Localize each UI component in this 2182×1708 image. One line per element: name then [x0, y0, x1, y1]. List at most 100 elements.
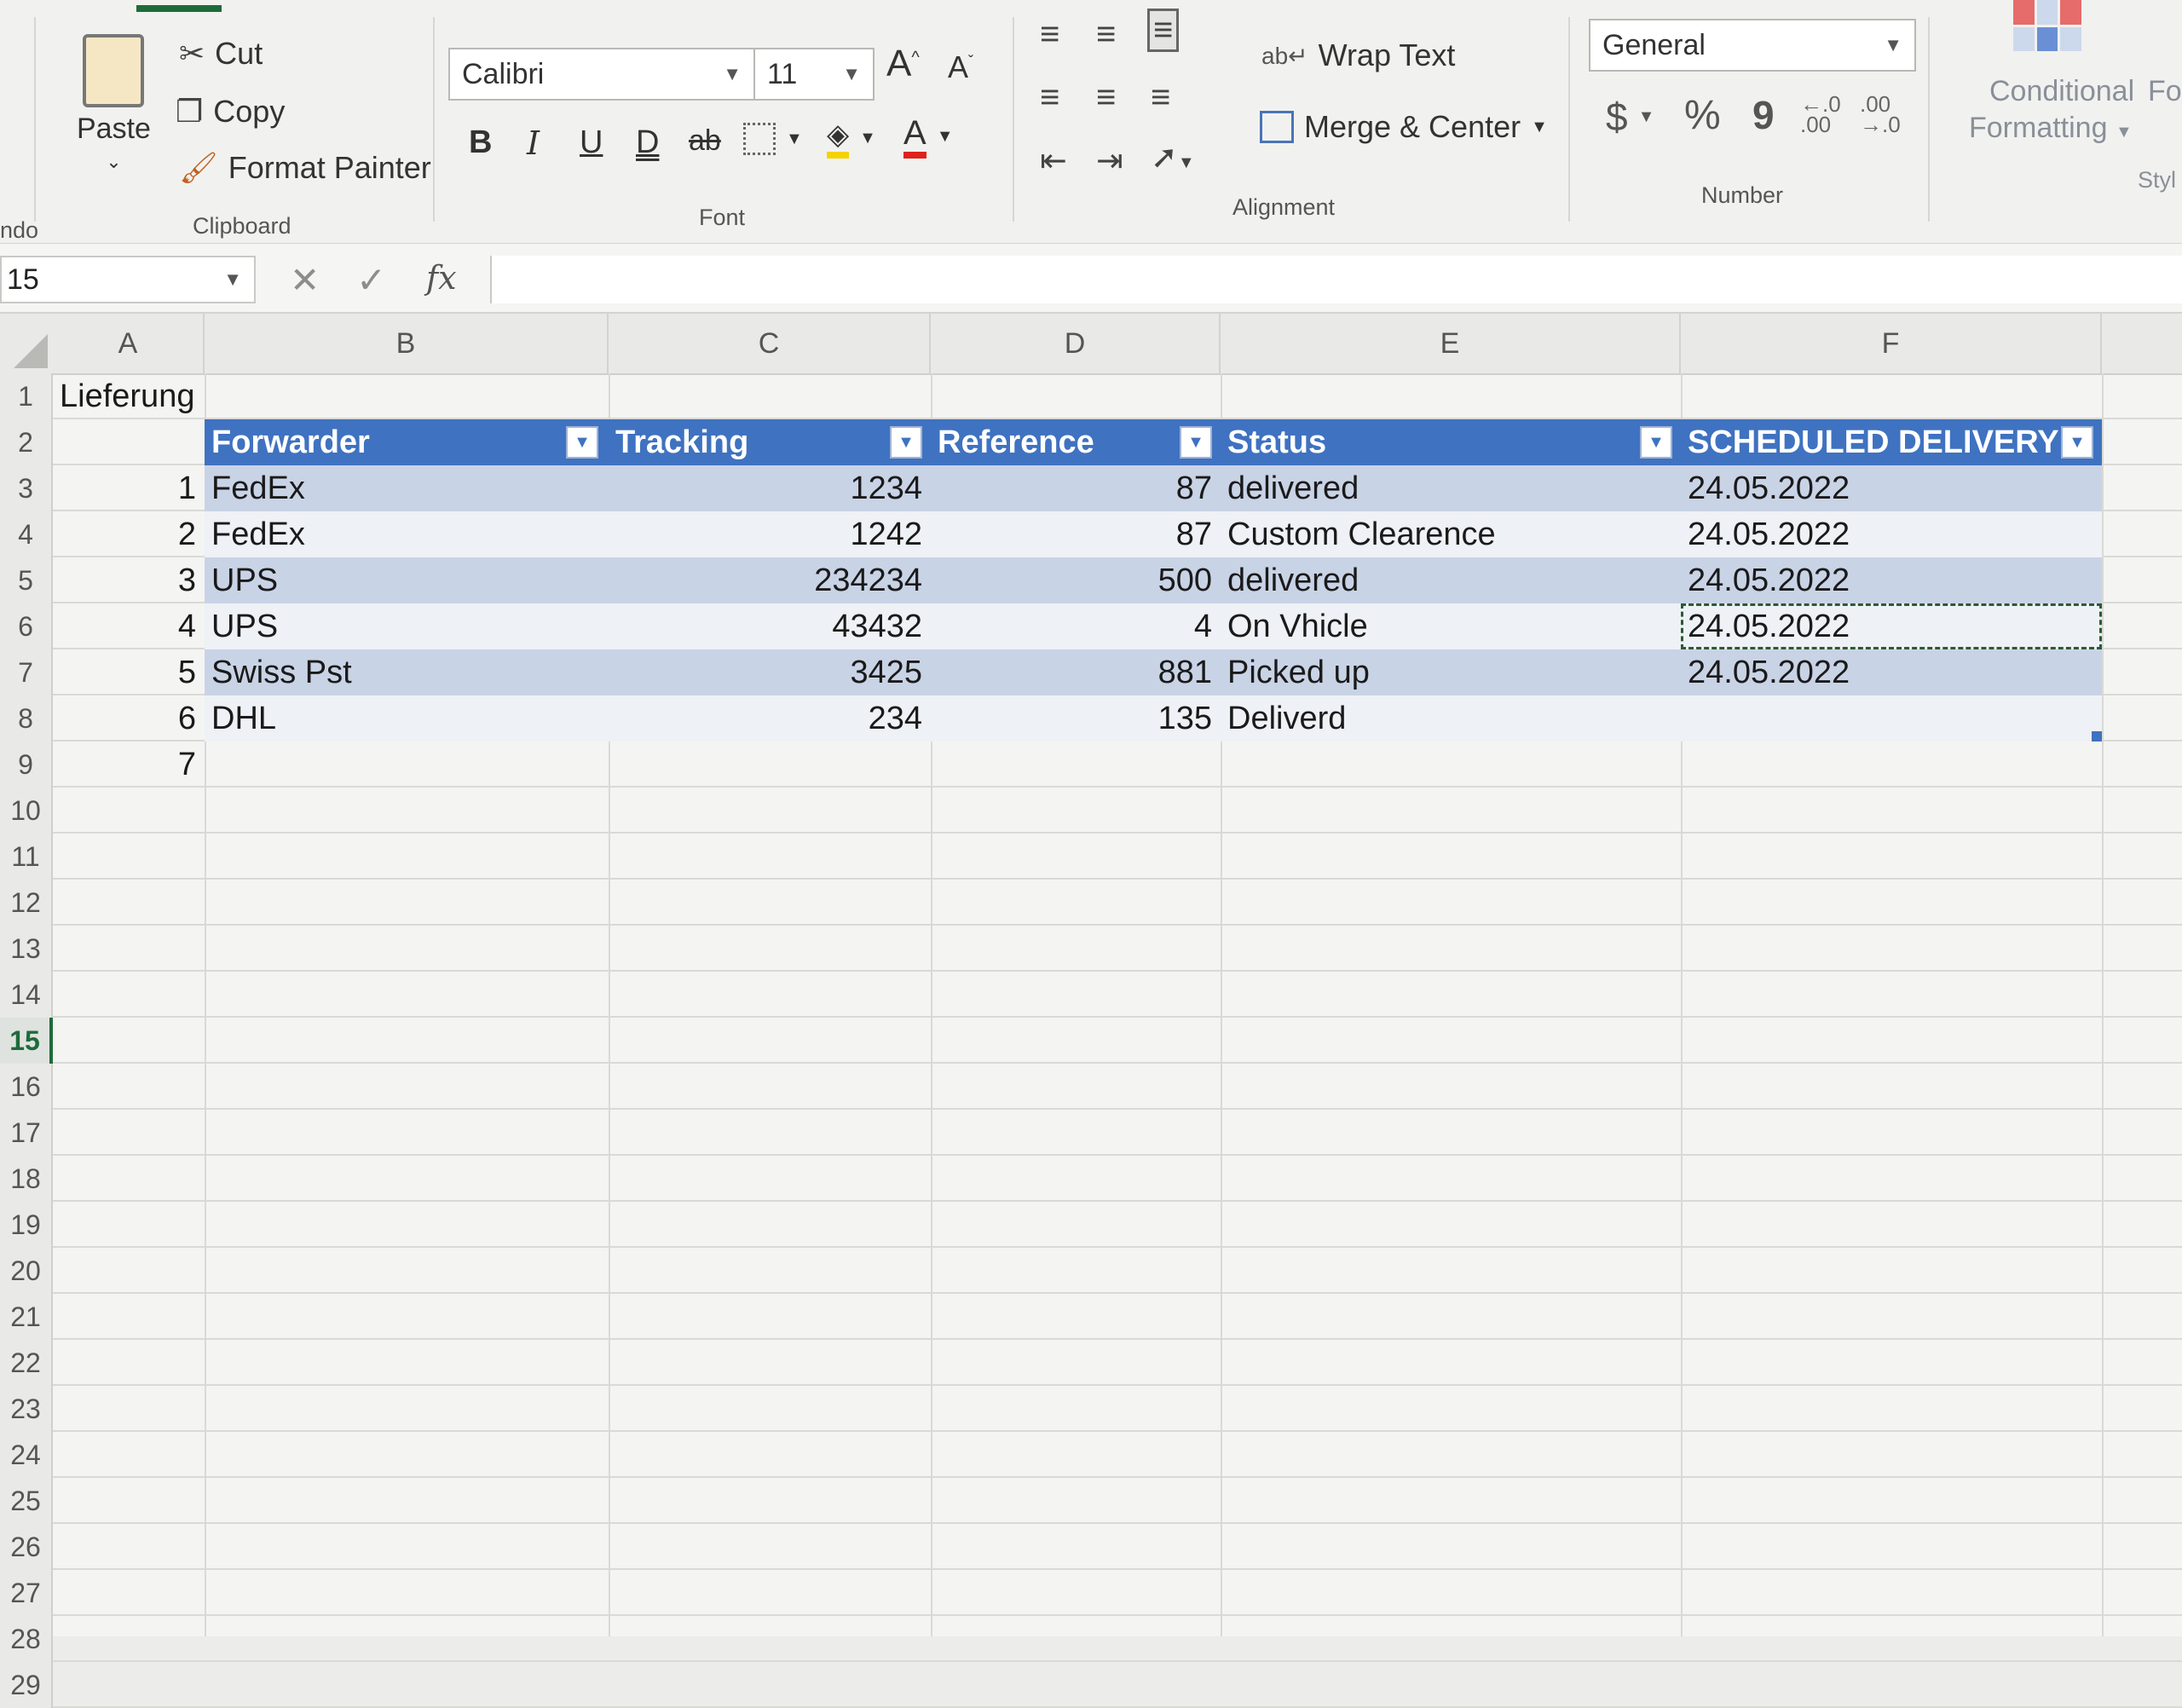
column-header-e[interactable]: E	[1221, 314, 1681, 373]
row-header-21[interactable]: 21	[0, 1294, 53, 1340]
row-header-6[interactable]: 6	[0, 603, 53, 649]
cell-a4[interactable]: 1	[53, 465, 205, 511]
row-header-7[interactable]: 7	[0, 649, 53, 695]
row-header-25[interactable]: 25	[0, 1478, 53, 1524]
select-all-button[interactable]	[0, 314, 53, 373]
cell-d9[interactable]: 135	[931, 695, 1221, 741]
cell-a2[interactable]: Lieferung	[53, 373, 257, 419]
row-header-12[interactable]: 12	[0, 880, 53, 926]
insert-function-button[interactable]: fx	[426, 259, 457, 297]
merge-center-button[interactable]: Merge & Center ▼	[1260, 109, 1548, 145]
currency-button[interactable]: $ ▼	[1606, 94, 1654, 140]
row-header-13[interactable]: 13	[0, 926, 53, 972]
borders-button[interactable]: ▼	[743, 123, 803, 155]
cell-f4[interactable]: 24.05.2022	[1681, 465, 2102, 511]
cell-b4[interactable]: FedEx	[205, 465, 609, 511]
row-header-17[interactable]: 17	[0, 1110, 53, 1156]
align-center-icon[interactable]: ≡	[1096, 78, 1116, 117]
row-header-5[interactable]: 5	[0, 557, 53, 603]
decrease-indent-icon[interactable]: ⇤	[1040, 141, 1067, 180]
font-color-button[interactable]: A ▼	[903, 114, 953, 159]
cancel-icon[interactable]: ✕	[290, 259, 320, 301]
row-header-22[interactable]: 22	[0, 1340, 53, 1386]
row-header-18[interactable]: 18	[0, 1156, 53, 1202]
row-header-27[interactable]: 27	[0, 1570, 53, 1616]
underline-button[interactable]: U	[580, 124, 603, 161]
cell-e5[interactable]: Custom Clearence	[1221, 511, 1681, 557]
cell-e8[interactable]: Picked up	[1221, 649, 1681, 695]
row-header-23[interactable]: 23	[0, 1386, 53, 1432]
column-header-a[interactable]: A	[53, 314, 205, 373]
filter-dropdown-icon[interactable]: ▼	[890, 426, 922, 459]
fill-color-button[interactable]: ◈ ▼	[827, 118, 876, 159]
cell-c6[interactable]: 234234	[609, 557, 931, 603]
cell-f6[interactable]: 24.05.2022	[1681, 557, 2102, 603]
name-box[interactable]: 15 ▼	[0, 256, 256, 303]
cut-button[interactable]: ✂ Cut	[179, 36, 263, 72]
row-header-14[interactable]: 14	[0, 972, 53, 1018]
cell-d7[interactable]: 4	[931, 603, 1221, 649]
enter-icon[interactable]: ✓	[356, 259, 386, 301]
row-header-24[interactable]: 24	[0, 1432, 53, 1478]
row-header-19[interactable]: 19	[0, 1202, 53, 1248]
row-header-4[interactable]: 4	[0, 511, 53, 557]
decrease-decimal-icon[interactable]: .00→.0	[1860, 94, 1901, 135]
paste-button[interactable]: Paste ⌄	[77, 34, 151, 173]
cell-b8[interactable]: Swiss Pst	[205, 649, 609, 695]
align-bottom-icon[interactable]: ≡	[1147, 9, 1179, 52]
cell-c5[interactable]: 1242	[609, 511, 931, 557]
cell-c9[interactable]: 234	[609, 695, 931, 741]
cell-f8[interactable]: 24.05.2022	[1681, 649, 2102, 695]
filter-dropdown-icon[interactable]: ▼	[1180, 426, 1212, 459]
cell-e6[interactable]: delivered	[1221, 557, 1681, 603]
row-header-3[interactable]: 3	[0, 465, 53, 511]
row-header-2[interactable]: 2	[0, 419, 53, 465]
column-header-d[interactable]: D	[931, 314, 1221, 373]
cell-c8[interactable]: 3425	[609, 649, 931, 695]
format-painter-button[interactable]: 🖌 Format Painter	[179, 150, 431, 186]
cell-c4[interactable]: 1234	[609, 465, 931, 511]
row-header-11[interactable]: 11	[0, 834, 53, 880]
strikethrough-button[interactable]: ab	[689, 124, 721, 158]
align-top-icon[interactable]: ≡	[1040, 15, 1059, 54]
cell-b5[interactable]: FedEx	[205, 511, 609, 557]
percent-button[interactable]: %	[1684, 92, 1721, 139]
column-header-f[interactable]: F	[1681, 314, 2102, 373]
wrap-text-button[interactable]: ab↵ Wrap Text	[1261, 38, 1455, 73]
double-underline-button[interactable]: D	[636, 124, 659, 161]
column-header-b[interactable]: B	[205, 314, 609, 373]
cell-c7[interactable]: 43432	[609, 603, 931, 649]
format-as-table-button[interactable]: Fo	[2148, 75, 2182, 108]
cell-d6[interactable]: 500	[931, 557, 1221, 603]
increase-indent-icon[interactable]: ⇥	[1096, 141, 1123, 180]
row-header-15[interactable]: 15	[0, 1018, 53, 1064]
cell-b9[interactable]: DHL	[205, 695, 609, 741]
table-resize-handle[interactable]	[2092, 731, 2102, 741]
shrink-font-button[interactable]: Aˇ	[948, 49, 973, 85]
cell-a9[interactable]: 6	[53, 695, 205, 741]
row-header-1[interactable]: 1	[0, 373, 53, 419]
comma-style-button[interactable]: 9	[1752, 92, 1775, 138]
cell-a8[interactable]: 5	[53, 649, 205, 695]
italic-button[interactable]: I	[527, 124, 540, 162]
conditional-formatting-button[interactable]: Conditional Formatting ▼	[1969, 75, 2134, 145]
cell-a6[interactable]: 3	[53, 557, 205, 603]
number-format-select[interactable]: General ▼	[1589, 19, 1916, 72]
cell-b6[interactable]: UPS	[205, 557, 609, 603]
cell-a5[interactable]: 2	[53, 511, 205, 557]
column-header-c[interactable]: C	[609, 314, 931, 373]
cell-d4[interactable]: 87	[931, 465, 1221, 511]
row-header-10[interactable]: 10	[0, 788, 53, 834]
cell-a10[interactable]: 7	[53, 741, 205, 788]
cell-d8[interactable]: 881	[931, 649, 1221, 695]
cell-e7[interactable]: On Vhicle	[1221, 603, 1681, 649]
orientation-icon[interactable]: ➚▼	[1151, 138, 1195, 176]
filter-dropdown-icon[interactable]: ▼	[566, 426, 598, 459]
grow-font-button[interactable]: A^	[886, 43, 920, 85]
bold-button[interactable]: B	[469, 124, 492, 161]
cell-f5[interactable]: 24.05.2022	[1681, 511, 2102, 557]
row-header-26[interactable]: 26	[0, 1524, 53, 1570]
row-header-8[interactable]: 8	[0, 695, 53, 741]
row-header-9[interactable]: 9	[0, 741, 53, 788]
align-right-icon[interactable]: ≡	[1151, 78, 1170, 117]
